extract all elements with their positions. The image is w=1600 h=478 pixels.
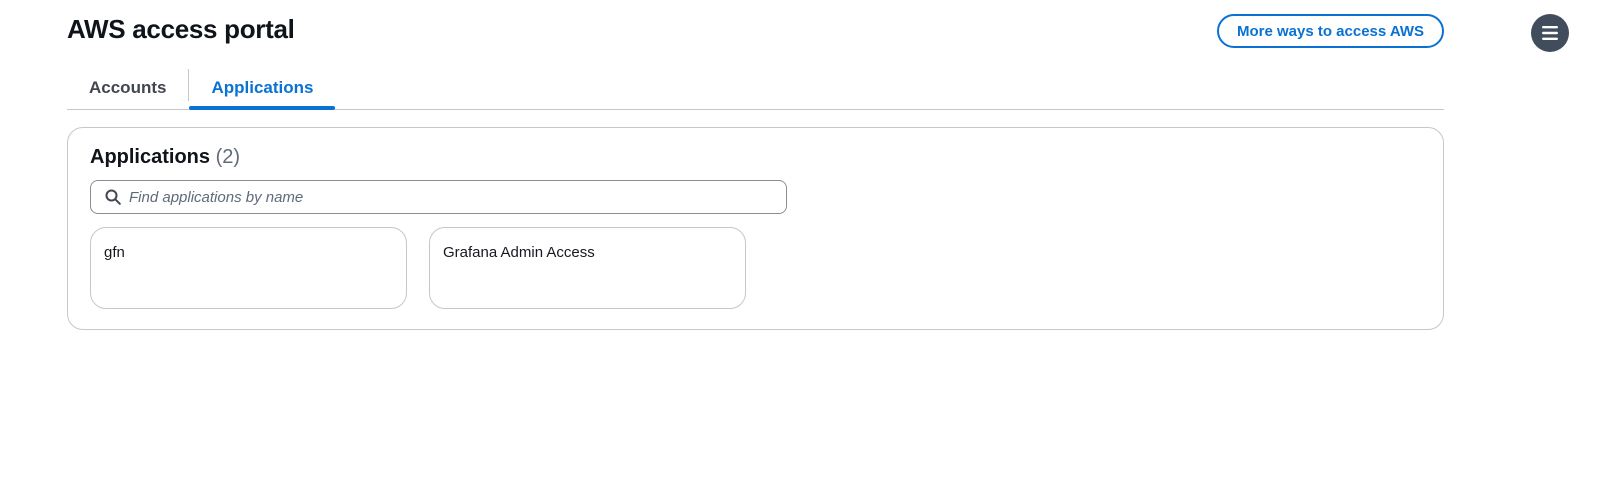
tab-applications[interactable]: Applications	[189, 66, 336, 110]
page-title: AWS access portal	[67, 14, 295, 44]
application-card-grafana-admin-access[interactable]: Grafana Admin Access	[429, 227, 746, 309]
applications-container: Applications (2) gfn Grafana Admin Acces…	[67, 127, 1444, 330]
menu-button[interactable]	[1531, 14, 1569, 52]
application-card-gfn[interactable]: gfn	[90, 227, 407, 309]
search-input[interactable]	[129, 188, 769, 206]
aws-access-portal-page: AWS access portal More ways to access AW…	[0, 0, 1600, 478]
tab-bar: Accounts Applications	[67, 66, 1444, 110]
search-field[interactable]	[90, 180, 787, 214]
applications-heading: Applications (2)	[90, 146, 240, 169]
search-icon	[105, 189, 121, 205]
applications-heading-label: Applications	[90, 146, 211, 168]
application-cards: gfn Grafana Admin Access	[90, 227, 746, 309]
hamburger-menu-icon	[1542, 26, 1558, 40]
more-ways-to-access-button[interactable]: More ways to access AWS	[1217, 14, 1444, 48]
tab-accounts[interactable]: Accounts	[67, 66, 188, 109]
applications-count: (2)	[215, 146, 241, 168]
